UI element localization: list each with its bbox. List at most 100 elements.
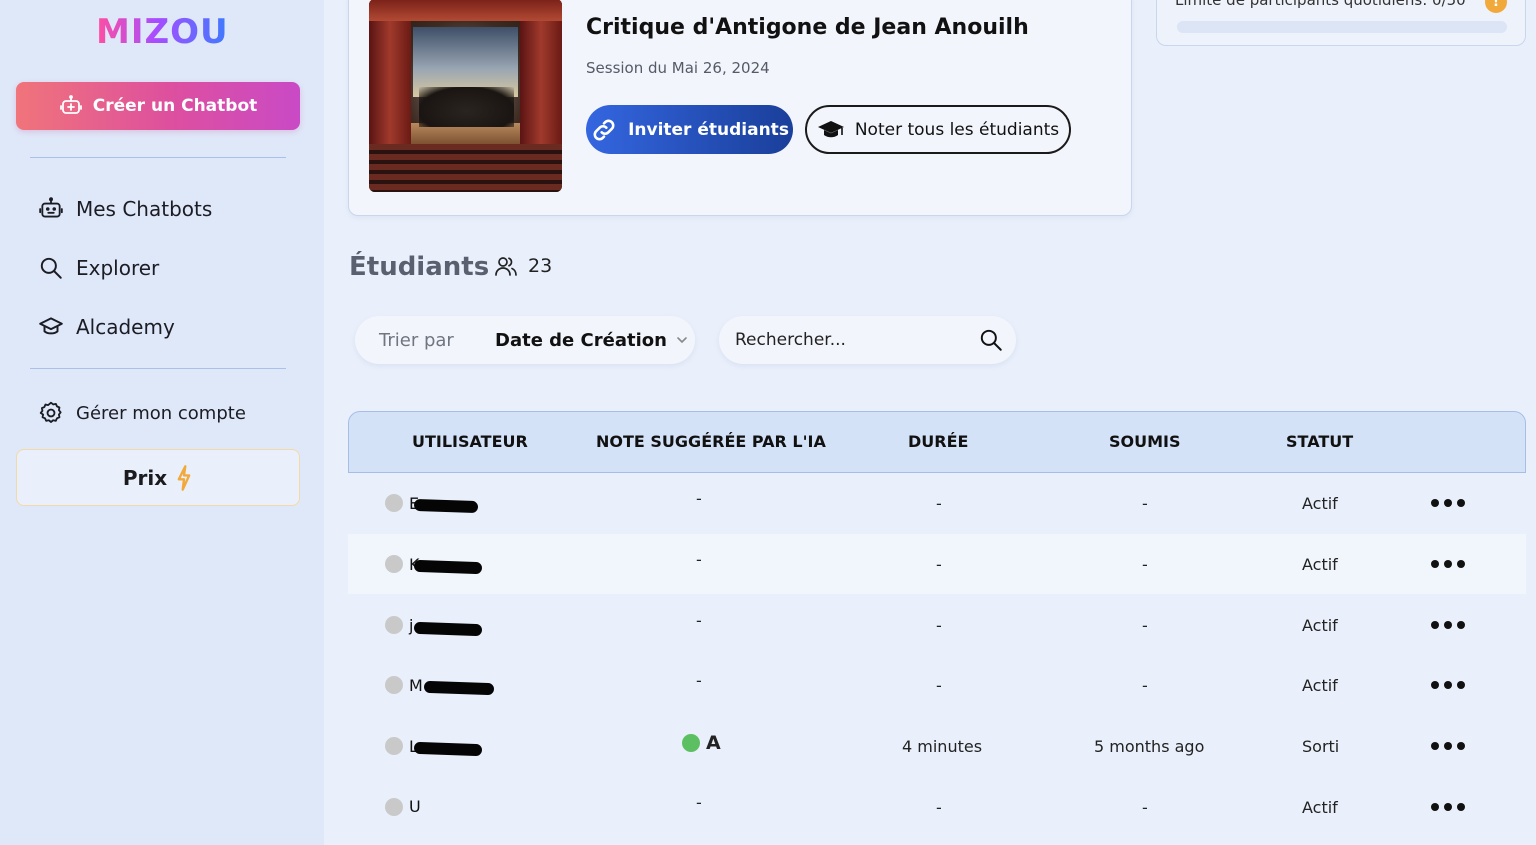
- bot-icon: [39, 197, 63, 218]
- nav-label: Explorer: [76, 256, 160, 280]
- redaction-mark: [413, 498, 479, 514]
- more-options-icon[interactable]: [1431, 736, 1465, 756]
- column-header-ai-grade[interactable]: NOTE SUGGÉRÉE PAR L'IA: [596, 432, 826, 451]
- nav-item-account[interactable]: Gérer mon compte: [38, 400, 246, 426]
- redaction-mark: [423, 680, 495, 696]
- column-header-duration[interactable]: DURÉE: [908, 432, 968, 451]
- duration: -: [936, 676, 942, 695]
- avatar: [385, 555, 403, 573]
- divider: [30, 368, 286, 369]
- more-options-icon[interactable]: [1431, 554, 1465, 574]
- gear-icon: [39, 401, 62, 423]
- submitted: -: [1142, 494, 1148, 513]
- students-title: Étudiants: [349, 252, 490, 282]
- chevron-down-icon: [677, 337, 687, 344]
- pricing-label: Prix: [122, 465, 168, 490]
- graduation-cap-icon: [817, 120, 844, 137]
- duration: 4 minutes: [902, 737, 983, 756]
- redaction-mark: [413, 559, 483, 575]
- session-title: Critique d'Antigone de Jean Anouilh: [586, 15, 1029, 40]
- invite-students-label: Inviter étudiants: [628, 119, 789, 140]
- duration: -: [936, 798, 942, 817]
- sidebar: MIZOU Créer un Chatbot Mes Chatbots Expl…: [0, 0, 324, 845]
- table-row[interactable]: E - - - Actif: [348, 473, 1526, 533]
- sort-selected-value: Date de Création: [495, 329, 667, 351]
- nav-item-explorer[interactable]: Explorer: [38, 255, 159, 281]
- info-icon[interactable]: !: [1485, 0, 1507, 13]
- user-name: U: [409, 797, 421, 816]
- ai-grade: -: [696, 793, 702, 812]
- status: Actif: [1302, 676, 1338, 695]
- avatar: [385, 494, 403, 512]
- status: Actif: [1302, 555, 1338, 574]
- students-count: 23: [494, 254, 552, 278]
- students-table: UTILISATEUR NOTE SUGGÉRÉE PAR L'IA DURÉE…: [348, 411, 1526, 845]
- table-row[interactable]: L A 4 minutes 5 months ago Sorti: [348, 716, 1526, 776]
- create-chatbot-button[interactable]: Créer un Chatbot: [16, 82, 300, 130]
- table-header: UTILISATEUR NOTE SUGGÉRÉE PAR L'IA DURÉE…: [348, 411, 1526, 473]
- column-header-submitted[interactable]: SOUMIS: [1109, 432, 1181, 451]
- avatar: [385, 676, 403, 694]
- nav-label: Mes Chatbots: [76, 197, 213, 221]
- invite-students-button[interactable]: Inviter étudiants: [586, 105, 793, 154]
- session-card: Critique d'Antigone de Jean Anouilh Sess…: [348, 0, 1132, 216]
- table-row[interactable]: K - - - Actif: [348, 534, 1526, 594]
- column-header-status[interactable]: STATUT: [1286, 432, 1353, 451]
- nav-item-mes-chatbots[interactable]: Mes Chatbots: [38, 196, 212, 222]
- lightning-icon: [177, 464, 191, 491]
- users-icon: [495, 257, 517, 276]
- ai-grade-value: A: [706, 732, 721, 754]
- submitted: 5 months ago: [1094, 737, 1205, 756]
- avatar: [385, 737, 403, 755]
- grade-all-students-button[interactable]: Noter tous les étudiants: [805, 105, 1071, 154]
- daily-limit-progress-bar: [1177, 21, 1507, 33]
- status: Sorti: [1302, 737, 1340, 756]
- session-date: Session du Mai 26, 2024: [586, 59, 770, 77]
- more-options-icon[interactable]: [1431, 493, 1465, 513]
- students-count-value: 23: [528, 255, 553, 277]
- nav-item-alcademy[interactable]: Alcademy: [38, 314, 175, 340]
- table-row[interactable]: M - - - Actif: [348, 655, 1526, 715]
- more-options-icon[interactable]: [1431, 615, 1465, 635]
- user-name: j: [409, 616, 414, 635]
- nav-label: Alcademy: [76, 315, 175, 339]
- sort-label: Trier par: [379, 329, 454, 351]
- create-chatbot-label: Créer un Chatbot: [92, 96, 258, 116]
- avatar: [385, 798, 403, 816]
- search-input[interactable]: [735, 326, 965, 354]
- pricing-button[interactable]: Prix: [16, 449, 300, 506]
- status: Actif: [1302, 616, 1338, 635]
- submitted: -: [1142, 676, 1148, 695]
- sort-dropdown[interactable]: Trier par Date de Création: [355, 316, 695, 364]
- table-row[interactable]: U - - - Actif: [348, 777, 1526, 837]
- ai-grade: A: [682, 732, 721, 754]
- status: Actif: [1302, 798, 1338, 817]
- ai-grade: -: [696, 489, 702, 508]
- daily-limit-card: Limite de participants quotidiens: 0/50 …: [1156, 0, 1526, 46]
- avatar: [385, 616, 403, 634]
- search-icon: [40, 257, 62, 279]
- bot-plus-icon: [59, 95, 82, 114]
- more-options-icon[interactable]: [1431, 797, 1465, 817]
- search-box: [719, 316, 1016, 364]
- column-header-user[interactable]: UTILISATEUR: [412, 432, 528, 451]
- grade-all-students-label: Noter tous les étudiants: [854, 119, 1060, 140]
- redaction-mark: [413, 621, 483, 637]
- submitted: -: [1142, 616, 1148, 635]
- submitted: -: [1142, 798, 1148, 817]
- more-options-icon[interactable]: [1431, 675, 1465, 695]
- submitted: -: [1142, 555, 1148, 574]
- table-row[interactable]: j - - - Actif: [348, 595, 1526, 655]
- link-icon: [593, 119, 615, 140]
- ai-grade: -: [696, 550, 702, 569]
- mizou-logo[interactable]: MIZOU: [96, 12, 229, 52]
- session-thumbnail-image: [369, 0, 562, 192]
- grade-status-dot: [682, 734, 700, 752]
- ai-grade: -: [696, 671, 702, 690]
- search-icon[interactable]: [978, 327, 1004, 353]
- graduation-cap-icon: [39, 317, 63, 335]
- redaction-mark: [413, 741, 483, 757]
- duration: -: [936, 494, 942, 513]
- ai-grade: -: [696, 611, 702, 630]
- duration: -: [936, 616, 942, 635]
